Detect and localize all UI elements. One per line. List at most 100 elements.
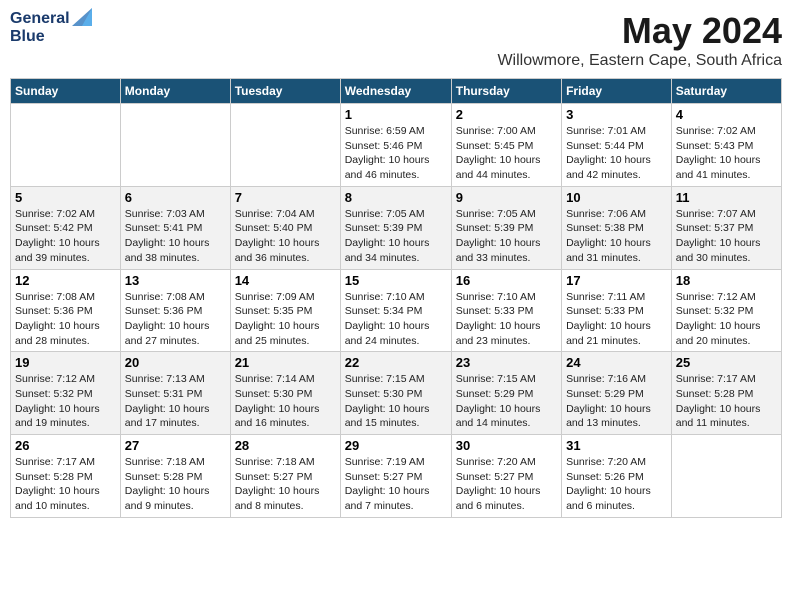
day-number: 28 bbox=[235, 438, 336, 453]
day-number: 12 bbox=[15, 273, 116, 288]
day-info: Sunrise: 7:08 AM Sunset: 5:36 PM Dayligh… bbox=[15, 290, 116, 349]
day-info: Sunrise: 7:09 AM Sunset: 5:35 PM Dayligh… bbox=[235, 290, 336, 349]
day-number: 23 bbox=[456, 355, 557, 370]
day-info: Sunrise: 7:04 AM Sunset: 5:40 PM Dayligh… bbox=[235, 207, 336, 266]
day-info: Sunrise: 7:17 AM Sunset: 5:28 PM Dayligh… bbox=[676, 372, 777, 431]
day-number: 8 bbox=[345, 190, 447, 205]
calendar-cell: 1 Sunrise: 6:59 AM Sunset: 5:46 PM Daylig… bbox=[340, 104, 451, 187]
calendar-cell bbox=[671, 435, 781, 518]
day-number: 27 bbox=[125, 438, 226, 453]
day-number: 1 bbox=[345, 107, 447, 122]
calendar-cell: 3 Sunrise: 7:01 AM Sunset: 5:44 PM Daylig… bbox=[562, 104, 672, 187]
calendar-cell: 20 Sunrise: 7:13 AM Sunset: 5:31 PM Dayli… bbox=[120, 352, 230, 435]
calendar-cell: 13Sunrise: 7:08 AM Sunset: 5:36 PM Dayli… bbox=[120, 269, 230, 352]
calendar-cell: 24Sunrise: 7:16 AM Sunset: 5:29 PM Dayli… bbox=[562, 352, 672, 435]
day-number: 10 bbox=[566, 190, 667, 205]
calendar-cell: 5 Sunrise: 7:02 AM Sunset: 5:42 PM Daylig… bbox=[11, 186, 121, 269]
calendar-cell: 25 Sunrise: 7:17 AM Sunset: 5:28 PM Dayli… bbox=[671, 352, 781, 435]
weekday-header: Tuesday bbox=[230, 79, 340, 104]
month-title: May 2024 bbox=[497, 10, 782, 52]
calendar-week-row: 26 Sunrise: 7:17 AM Sunset: 5:28 PM Dayli… bbox=[11, 435, 782, 518]
day-info: Sunrise: 7:01 AM Sunset: 5:44 PM Dayligh… bbox=[566, 124, 667, 183]
day-info: Sunrise: 7:19 AM Sunset: 5:27 PM Dayligh… bbox=[345, 455, 447, 514]
day-info: Sunrise: 7:10 AM Sunset: 5:33 PM Dayligh… bbox=[456, 290, 557, 349]
calendar-cell: 18 Sunrise: 7:12 AM Sunset: 5:32 PM Dayli… bbox=[671, 269, 781, 352]
day-number: 25 bbox=[676, 355, 777, 370]
day-info: Sunrise: 7:13 AM Sunset: 5:31 PM Dayligh… bbox=[125, 372, 226, 431]
logo-arrow-icon bbox=[72, 8, 92, 26]
day-number: 16 bbox=[456, 273, 557, 288]
weekday-header: Saturday bbox=[671, 79, 781, 104]
day-info: Sunrise: 7:15 AM Sunset: 5:29 PM Dayligh… bbox=[456, 372, 557, 431]
day-info: Sunrise: 7:02 AM Sunset: 5:42 PM Dayligh… bbox=[15, 207, 116, 266]
title-block: May 2024 Willowmore, Eastern Cape, South… bbox=[497, 10, 782, 70]
day-number: 20 bbox=[125, 355, 226, 370]
calendar-cell: 15 Sunrise: 7:10 AM Sunset: 5:34 PM Dayli… bbox=[340, 269, 451, 352]
calendar-cell: 4Sunrise: 7:02 AM Sunset: 5:43 PM Daylig… bbox=[671, 104, 781, 187]
day-number: 5 bbox=[15, 190, 116, 205]
day-info: Sunrise: 7:06 AM Sunset: 5:38 PM Dayligh… bbox=[566, 207, 667, 266]
weekday-header: Sunday bbox=[11, 79, 121, 104]
calendar-cell: 21 Sunrise: 7:14 AM Sunset: 5:30 PM Dayli… bbox=[230, 352, 340, 435]
calendar-week-row: 19 Sunrise: 7:12 AM Sunset: 5:32 PM Dayli… bbox=[11, 352, 782, 435]
day-number: 14 bbox=[235, 273, 336, 288]
day-number: 3 bbox=[566, 107, 667, 122]
weekday-header: Monday bbox=[120, 79, 230, 104]
calendar-cell: 29 Sunrise: 7:19 AM Sunset: 5:27 PM Dayli… bbox=[340, 435, 451, 518]
calendar-cell: 27 Sunrise: 7:18 AM Sunset: 5:28 PM Dayli… bbox=[120, 435, 230, 518]
day-info: Sunrise: 7:10 AM Sunset: 5:34 PM Dayligh… bbox=[345, 290, 447, 349]
day-info: Sunrise: 7:18 AM Sunset: 5:27 PM Dayligh… bbox=[235, 455, 336, 514]
day-number: 15 bbox=[345, 273, 447, 288]
calendar-cell: 12 Sunrise: 7:08 AM Sunset: 5:36 PM Dayli… bbox=[11, 269, 121, 352]
calendar-cell: 28 Sunrise: 7:18 AM Sunset: 5:27 PM Dayli… bbox=[230, 435, 340, 518]
day-number: 21 bbox=[235, 355, 336, 370]
logo-container: General Blue bbox=[10, 10, 92, 47]
calendar-cell: 11Sunrise: 7:07 AM Sunset: 5:37 PM Dayli… bbox=[671, 186, 781, 269]
calendar-cell: 26 Sunrise: 7:17 AM Sunset: 5:28 PM Dayli… bbox=[11, 435, 121, 518]
calendar-cell: 2 Sunrise: 7:00 AM Sunset: 5:45 PM Daylig… bbox=[451, 104, 561, 187]
calendar-week-row: 1 Sunrise: 6:59 AM Sunset: 5:46 PM Daylig… bbox=[11, 104, 782, 187]
calendar-cell: 10 Sunrise: 7:06 AM Sunset: 5:38 PM Dayli… bbox=[562, 186, 672, 269]
day-number: 22 bbox=[345, 355, 447, 370]
day-number: 30 bbox=[456, 438, 557, 453]
calendar-header-row: SundayMondayTuesdayWednesdayThursdayFrid… bbox=[11, 79, 782, 104]
calendar-cell: 22Sunrise: 7:15 AM Sunset: 5:30 PM Dayli… bbox=[340, 352, 451, 435]
day-info: Sunrise: 7:05 AM Sunset: 5:39 PM Dayligh… bbox=[345, 207, 447, 266]
day-info: Sunrise: 7:00 AM Sunset: 5:45 PM Dayligh… bbox=[456, 124, 557, 183]
day-info: Sunrise: 7:05 AM Sunset: 5:39 PM Dayligh… bbox=[456, 207, 557, 266]
day-info: Sunrise: 7:02 AM Sunset: 5:43 PM Dayligh… bbox=[676, 124, 777, 183]
day-number: 2 bbox=[456, 107, 557, 122]
day-info: Sunrise: 7:17 AM Sunset: 5:28 PM Dayligh… bbox=[15, 455, 116, 514]
day-number: 24 bbox=[566, 355, 667, 370]
calendar-cell: 8 Sunrise: 7:05 AM Sunset: 5:39 PM Daylig… bbox=[340, 186, 451, 269]
day-info: Sunrise: 7:20 AM Sunset: 5:26 PM Dayligh… bbox=[566, 455, 667, 514]
page-header: General Blue May 2024 Willowmore, Easter… bbox=[10, 10, 782, 70]
day-number: 6 bbox=[125, 190, 226, 205]
day-info: Sunrise: 7:14 AM Sunset: 5:30 PM Dayligh… bbox=[235, 372, 336, 431]
calendar-cell: 6 Sunrise: 7:03 AM Sunset: 5:41 PM Daylig… bbox=[120, 186, 230, 269]
logo-general: General bbox=[10, 10, 70, 28]
logo: General Blue bbox=[10, 10, 92, 47]
day-info: Sunrise: 6:59 AM Sunset: 5:46 PM Dayligh… bbox=[345, 124, 447, 183]
day-info: Sunrise: 7:20 AM Sunset: 5:27 PM Dayligh… bbox=[456, 455, 557, 514]
weekday-header: Wednesday bbox=[340, 79, 451, 104]
day-info: Sunrise: 7:12 AM Sunset: 5:32 PM Dayligh… bbox=[676, 290, 777, 349]
day-number: 7 bbox=[235, 190, 336, 205]
calendar-cell bbox=[120, 104, 230, 187]
calendar-week-row: 12 Sunrise: 7:08 AM Sunset: 5:36 PM Dayli… bbox=[11, 269, 782, 352]
calendar-cell: 17 Sunrise: 7:11 AM Sunset: 5:33 PM Dayli… bbox=[562, 269, 672, 352]
day-number: 19 bbox=[15, 355, 116, 370]
calendar-cell: 31 Sunrise: 7:20 AM Sunset: 5:26 PM Dayli… bbox=[562, 435, 672, 518]
weekday-header: Friday bbox=[562, 79, 672, 104]
day-number: 18 bbox=[676, 273, 777, 288]
calendar-cell: 9Sunrise: 7:05 AM Sunset: 5:39 PM Daylig… bbox=[451, 186, 561, 269]
day-number: 31 bbox=[566, 438, 667, 453]
calendar-cell: 14 Sunrise: 7:09 AM Sunset: 5:35 PM Dayli… bbox=[230, 269, 340, 352]
day-info: Sunrise: 7:18 AM Sunset: 5:28 PM Dayligh… bbox=[125, 455, 226, 514]
day-number: 17 bbox=[566, 273, 667, 288]
day-info: Sunrise: 7:03 AM Sunset: 5:41 PM Dayligh… bbox=[125, 207, 226, 266]
day-info: Sunrise: 7:11 AM Sunset: 5:33 PM Dayligh… bbox=[566, 290, 667, 349]
day-number: 29 bbox=[345, 438, 447, 453]
day-number: 26 bbox=[15, 438, 116, 453]
day-info: Sunrise: 7:12 AM Sunset: 5:32 PM Dayligh… bbox=[15, 372, 116, 431]
